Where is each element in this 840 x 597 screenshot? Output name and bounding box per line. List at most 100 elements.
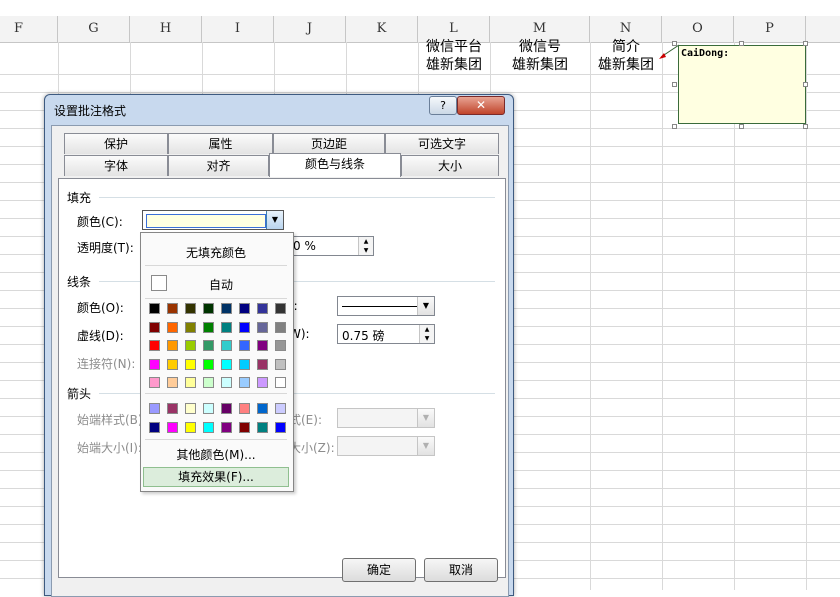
color-swatch[interactable]: [239, 321, 250, 333]
cell-L2[interactable]: 雄新集团: [418, 56, 490, 75]
tab-font[interactable]: 字体: [64, 155, 168, 176]
color-swatch[interactable]: [149, 303, 160, 314]
end-size-combo[interactable]: ▼: [337, 436, 435, 456]
color-swatch[interactable]: [257, 340, 268, 351]
color-swatch[interactable]: [203, 377, 214, 388]
color-swatch[interactable]: [185, 358, 196, 370]
color-swatch[interactable]: [185, 377, 196, 388]
color-swatch[interactable]: [275, 340, 286, 351]
chevron-down-icon[interactable]: ▼: [417, 297, 434, 315]
color-swatch[interactable]: [221, 377, 232, 388]
color-swatch[interactable]: [203, 358, 214, 370]
color-swatch[interactable]: [149, 358, 160, 370]
color-swatch[interactable]: [149, 403, 160, 414]
cell-N2[interactable]: 雄新集团: [590, 56, 662, 75]
color-swatch[interactable]: [167, 403, 178, 414]
automatic-option[interactable]: 自动: [146, 276, 296, 293]
spin-up-icon[interactable]: ▲: [358, 237, 373, 246]
color-swatch[interactable]: [221, 358, 232, 370]
color-swatch[interactable]: [257, 321, 268, 333]
color-swatch[interactable]: [203, 321, 214, 333]
color-swatch[interactable]: [203, 303, 214, 314]
color-swatch[interactable]: [239, 403, 250, 414]
chevron-down-icon[interactable]: ▼: [417, 409, 434, 427]
chevron-down-icon[interactable]: ▼: [266, 211, 283, 229]
color-swatch[interactable]: [167, 303, 178, 314]
cell-M2[interactable]: 雄新集团: [490, 56, 590, 75]
tab-protection[interactable]: 保护: [64, 133, 168, 154]
color-swatch[interactable]: [257, 377, 268, 388]
ok-button[interactable]: 确定: [342, 558, 416, 582]
color-swatch[interactable]: [221, 321, 232, 333]
more-colors-option[interactable]: 其他颜色(M)...: [141, 446, 291, 463]
resize-handle-l[interactable]: [672, 82, 677, 87]
resize-handle-t[interactable]: [739, 41, 744, 46]
column-header-P[interactable]: P: [734, 16, 806, 42]
spin-up-icon[interactable]: ▲: [419, 325, 434, 334]
column-header-K[interactable]: K: [346, 16, 418, 42]
color-swatch[interactable]: [149, 321, 160, 333]
color-swatch[interactable]: [239, 340, 250, 351]
column-header-F[interactable]: F: [0, 16, 58, 42]
color-swatch[interactable]: [185, 303, 196, 314]
column-header-G[interactable]: G: [58, 16, 130, 42]
color-swatch[interactable]: [239, 303, 250, 314]
column-header-H[interactable]: H: [130, 16, 202, 42]
color-swatch[interactable]: [149, 340, 160, 351]
color-swatch[interactable]: [203, 340, 214, 351]
chevron-down-icon[interactable]: ▼: [417, 437, 434, 455]
color-swatch[interactable]: [257, 421, 268, 433]
color-swatch[interactable]: [221, 303, 232, 314]
tab-alignment[interactable]: 对齐: [168, 155, 269, 176]
color-swatch[interactable]: [275, 303, 286, 314]
cell-M1[interactable]: 微信号: [490, 38, 590, 57]
resize-handle-bl[interactable]: [672, 124, 677, 129]
transparency-spinner[interactable]: 0 % ▲ ▼: [288, 236, 374, 256]
tab-margins[interactable]: 页边距: [273, 133, 385, 154]
color-swatch[interactable]: [167, 377, 178, 388]
spin-down-icon[interactable]: ▼: [419, 334, 434, 343]
color-swatch[interactable]: [185, 403, 196, 414]
close-button[interactable]: ✕: [457, 96, 505, 115]
color-swatch[interactable]: [239, 377, 250, 388]
line-weight-spinner[interactable]: 0.75 磅 ▲ ▼: [337, 324, 435, 344]
color-swatch[interactable]: [221, 340, 232, 351]
resize-handle-r[interactable]: [803, 82, 808, 87]
color-swatch[interactable]: [185, 340, 196, 351]
help-button[interactable]: ?: [429, 96, 457, 115]
cancel-button[interactable]: 取消: [424, 558, 498, 582]
spin-down-icon[interactable]: ▼: [358, 246, 373, 255]
color-swatch[interactable]: [167, 421, 178, 433]
tab-size[interactable]: 大小: [401, 155, 499, 176]
color-swatch[interactable]: [257, 303, 268, 314]
column-header-I[interactable]: I: [202, 16, 274, 42]
tab-properties[interactable]: 属性: [168, 133, 273, 154]
color-swatch[interactable]: [257, 403, 268, 414]
color-swatch[interactable]: [275, 358, 286, 370]
end-style-combo[interactable]: ▼: [337, 408, 435, 428]
color-swatch[interactable]: [257, 358, 268, 370]
fill-effects-option[interactable]: 填充效果(F)...: [143, 467, 289, 487]
tab-colors-and-lines[interactable]: 颜色与线条: [269, 153, 401, 177]
color-swatch[interactable]: [149, 377, 160, 388]
color-swatch[interactable]: [149, 421, 160, 433]
color-swatch[interactable]: [275, 321, 286, 333]
color-swatch[interactable]: [167, 358, 178, 370]
cell-N1[interactable]: 简介: [590, 38, 662, 57]
tab-alt-text[interactable]: 可选文字: [385, 133, 499, 154]
color-swatch[interactable]: [239, 358, 250, 370]
color-swatch[interactable]: [203, 421, 214, 433]
color-swatch[interactable]: [275, 421, 286, 433]
color-swatch[interactable]: [203, 403, 214, 414]
no-fill-option[interactable]: 无填充颜色: [141, 244, 291, 261]
column-header-O[interactable]: O: [662, 16, 734, 42]
color-swatch[interactable]: [185, 321, 196, 333]
color-swatch[interactable]: [239, 421, 250, 433]
resize-handle-b[interactable]: [739, 124, 744, 129]
color-swatch[interactable]: [275, 403, 286, 414]
resize-handle-tl[interactable]: [672, 41, 677, 46]
color-swatch[interactable]: [185, 421, 196, 433]
cell-L1[interactable]: 微信平台: [418, 38, 490, 57]
color-swatch[interactable]: [221, 403, 232, 414]
resize-handle-br[interactable]: [803, 124, 808, 129]
